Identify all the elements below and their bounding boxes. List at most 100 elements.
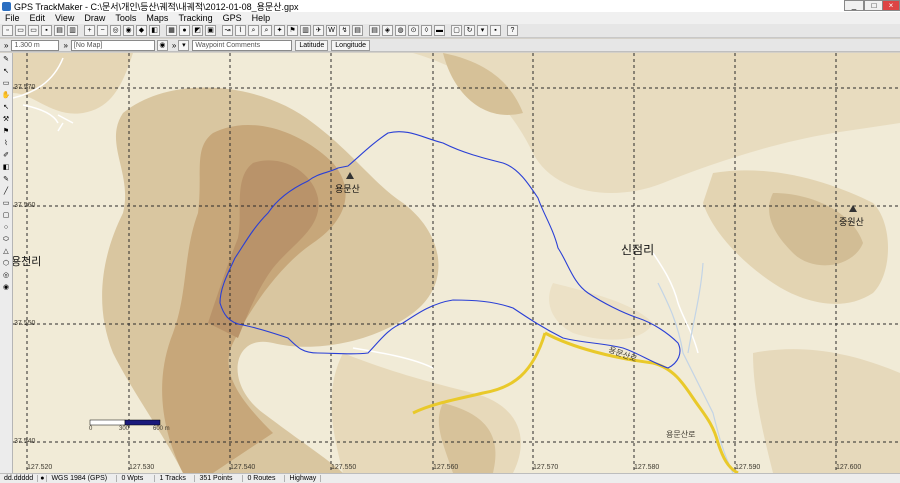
arrow-right-icon[interactable]: » bbox=[63, 41, 67, 50]
settings-icon[interactable]: ▪ bbox=[490, 25, 501, 36]
lat-label: 37.550 bbox=[14, 320, 36, 327]
gps-send-icon[interactable]: ◈ bbox=[382, 25, 393, 36]
polygon-icon[interactable]: ⬡ bbox=[1, 258, 12, 269]
menu-tracking[interactable]: Tracking bbox=[173, 13, 217, 23]
arrow-right-icon[interactable]: » bbox=[172, 41, 176, 50]
bird-icon[interactable]: ✈ bbox=[313, 25, 324, 36]
route-edit-icon[interactable]: ↯ bbox=[339, 25, 350, 36]
grid-icon[interactable]: ▦ bbox=[166, 25, 177, 36]
menu-view[interactable]: View bbox=[50, 13, 79, 23]
marker-icon[interactable]: ✦ bbox=[274, 25, 285, 36]
scale-label: 600 m bbox=[153, 426, 170, 432]
status-datum: WGS 1984 (GPS) bbox=[47, 475, 118, 482]
lon-label: 127.590 bbox=[735, 464, 761, 471]
maximize-icon[interactable]: □ bbox=[864, 0, 884, 11]
satellite-icon[interactable]: ▾ bbox=[477, 25, 488, 36]
route-tool-icon[interactable]: ⌇ bbox=[1, 138, 12, 149]
search-track-icon[interactable]: ⌕ bbox=[261, 25, 272, 36]
scale-label: 300 bbox=[119, 426, 130, 432]
place-label-jungwonsan: 중원산 bbox=[839, 217, 864, 227]
status-tracks: 1 Tracks bbox=[155, 475, 196, 482]
zoom-window-icon[interactable]: ◎ bbox=[110, 25, 121, 36]
line-icon[interactable]: ╱ bbox=[1, 186, 12, 197]
menu-tools[interactable]: Tools bbox=[110, 13, 141, 23]
lat-label: 37.540 bbox=[14, 438, 36, 445]
ellipse-icon[interactable]: ⬭ bbox=[1, 234, 12, 245]
close-icon[interactable]: × bbox=[882, 0, 900, 11]
flag-icon[interactable]: ⚑ bbox=[287, 25, 298, 36]
arrow-right-icon[interactable]: » bbox=[4, 41, 8, 50]
gps-device-icon[interactable]: ◍ bbox=[395, 25, 406, 36]
triangle-icon[interactable]: △ bbox=[1, 246, 12, 257]
scale-field[interactable]: 1.300 m bbox=[11, 39, 60, 51]
zoom-in-icon[interactable]: + bbox=[84, 25, 95, 36]
paint-icon[interactable]: ◆ bbox=[136, 25, 147, 36]
main-toolbar: ▫ ▭ ▭ ▪ ▤ ▥ + − ◎ ◉ ◆ ◧ ▦ ● ◩ ▣ ↝ ⌇ ⌕ ⌕ … bbox=[0, 24, 900, 38]
globe-icon[interactable]: ● bbox=[179, 25, 190, 36]
pointer-icon[interactable]: ↖ bbox=[1, 66, 12, 77]
search-icon[interactable]: ⌕ bbox=[248, 25, 259, 36]
layers-icon[interactable]: ◩ bbox=[192, 25, 203, 36]
map-options-icon[interactable]: ◉ bbox=[156, 39, 168, 51]
gps-mode-icon[interactable]: ◊ bbox=[421, 25, 432, 36]
select-arrow-icon[interactable]: ↖ bbox=[1, 102, 12, 113]
menu-file[interactable]: File bbox=[0, 13, 25, 23]
menu-maps[interactable]: Maps bbox=[141, 13, 173, 23]
rectangle-icon[interactable]: ▭ bbox=[1, 198, 12, 209]
track-icon[interactable]: ⌇ bbox=[235, 25, 246, 36]
route-icon[interactable]: ↝ bbox=[222, 25, 233, 36]
open-folder-icon[interactable]: ▭ bbox=[28, 25, 39, 36]
pencil-icon[interactable]: ✐ bbox=[1, 150, 12, 161]
hand-icon[interactable]: ✋ bbox=[1, 90, 12, 101]
target-icon[interactable]: ◎ bbox=[1, 270, 12, 281]
circle-icon[interactable]: ○ bbox=[1, 222, 12, 233]
dropdown-icon[interactable]: ▾ bbox=[178, 39, 190, 51]
app-window: GPS TrackMaker - C:\문서\개인\등산\궤적\내궤적\2012… bbox=[0, 0, 900, 483]
waypoint-tool-icon[interactable]: ⚑ bbox=[1, 126, 12, 137]
rounded-rectangle-icon[interactable]: ▢ bbox=[1, 210, 12, 221]
point-icon[interactable]: ◉ bbox=[1, 282, 12, 293]
minimize-icon[interactable]: _ bbox=[844, 0, 864, 11]
rectangle-select-icon[interactable]: ▭ bbox=[1, 78, 12, 89]
scale-label: 0 bbox=[89, 426, 93, 432]
latitude-label: Latitude bbox=[295, 39, 329, 51]
map-canvas[interactable]: 37.570 37.560 37.550 37.540 127.520 127.… bbox=[13, 53, 900, 473]
print-icon[interactable]: ▤ bbox=[54, 25, 65, 36]
menu-draw[interactable]: Draw bbox=[79, 13, 110, 23]
menu-help[interactable]: Help bbox=[247, 13, 276, 23]
compass-icon[interactable]: ⊙ bbox=[408, 25, 419, 36]
menu-bar: File Edit View Draw Tools Maps Tracking … bbox=[0, 12, 900, 24]
gps-label-icon[interactable]: ▬ bbox=[434, 25, 445, 36]
status-points: 351 Points bbox=[195, 475, 244, 482]
menu-edit[interactable]: Edit bbox=[25, 13, 51, 23]
waypoint-comments-field[interactable]: Waypoint Comments bbox=[192, 39, 293, 51]
measure-icon[interactable]: ⚒ bbox=[1, 114, 12, 125]
lon-label: 127.530 bbox=[129, 464, 155, 471]
status-wpts: 0 Wpts bbox=[117, 475, 156, 482]
copy-icon[interactable]: ▢ bbox=[451, 25, 462, 36]
eraser-icon[interactable]: ◧ bbox=[1, 162, 12, 173]
layer-icon[interactable]: ◧ bbox=[149, 25, 160, 36]
paint-icon[interactable]: ✎ bbox=[1, 54, 12, 65]
gps-receive-icon[interactable]: ▤ bbox=[369, 25, 380, 36]
save-icon[interactable]: ▪ bbox=[41, 25, 52, 36]
note-icon[interactable]: ▤ bbox=[352, 25, 363, 36]
map-icon[interactable]: ▣ bbox=[205, 25, 216, 36]
app-icon bbox=[2, 1, 11, 11]
road-label: 용문산로 bbox=[666, 430, 696, 439]
print-preview-icon[interactable]: ▥ bbox=[67, 25, 78, 36]
open-file-icon[interactable]: ▭ bbox=[15, 25, 26, 36]
secondary-toolbar: » 1.300 m » [No Map] ◉ » ▾ Waypoint Comm… bbox=[0, 39, 900, 52]
zoom-all-icon[interactable]: ◉ bbox=[123, 25, 134, 36]
refresh-icon[interactable]: ↻ bbox=[464, 25, 475, 36]
left-toolbox: ✎ ↖ ▭ ✋ ↖ ⚒ ⚑ ⌇ ✐ ◧ ✎ ╱ ▭ ▢ ○ ⬭ △ ⬡ ◎ ◉ bbox=[0, 53, 13, 473]
lock-icon[interactable]: ▥ bbox=[300, 25, 311, 36]
help-icon[interactable]: ? bbox=[507, 25, 518, 36]
map-select[interactable]: [No Map] bbox=[70, 39, 155, 51]
waypoint-icon[interactable]: W bbox=[326, 25, 337, 36]
zoom-out-icon[interactable]: − bbox=[97, 25, 108, 36]
menu-gps[interactable]: GPS bbox=[218, 13, 247, 23]
new-file-icon[interactable]: ▫ bbox=[2, 25, 13, 36]
text-icon[interactable]: ✎ bbox=[1, 174, 12, 185]
status-bar: dd.ddddd ● WGS 1984 (GPS) 0 Wpts 1 Track… bbox=[0, 473, 900, 483]
